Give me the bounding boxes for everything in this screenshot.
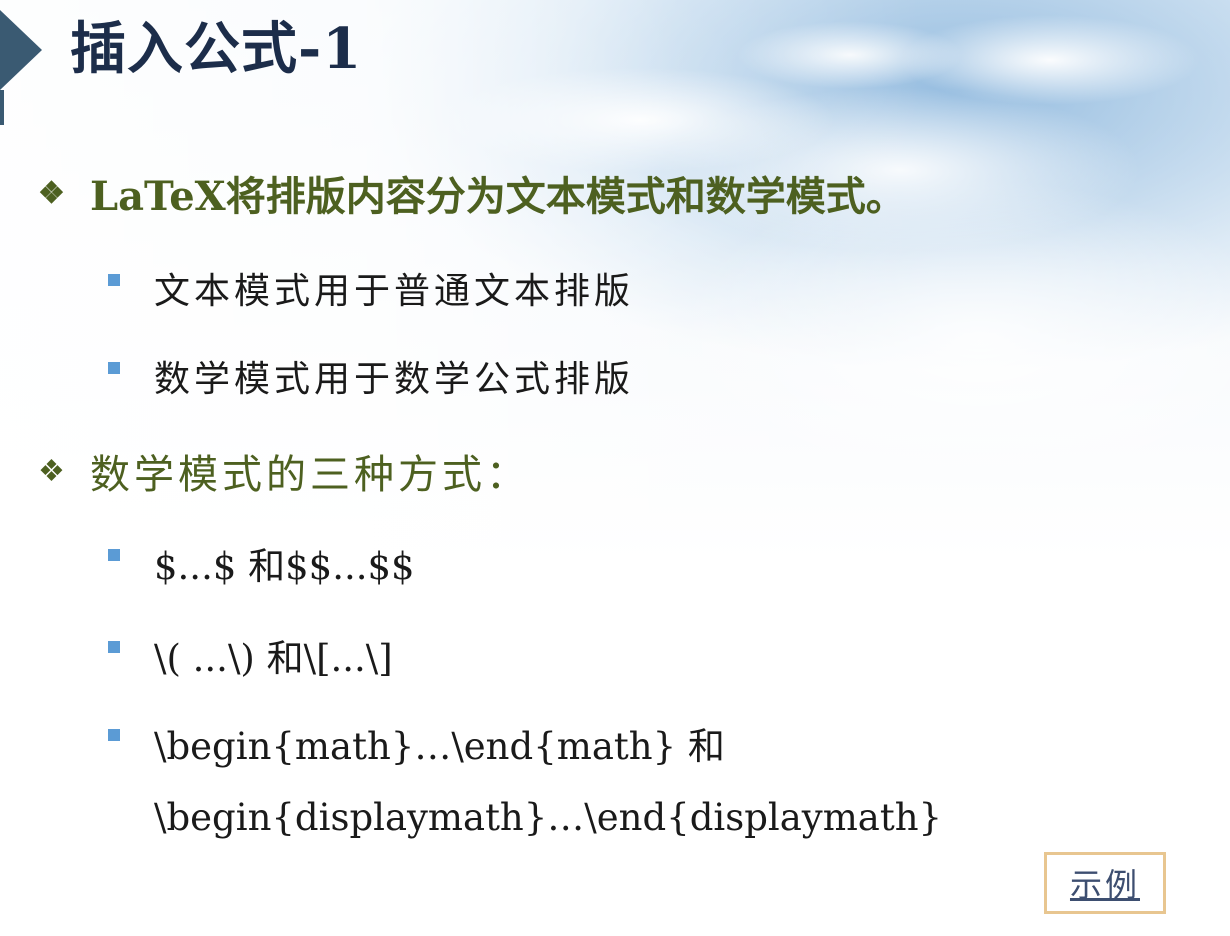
- diamond-bullet-icon: ❖: [38, 453, 65, 489]
- example-button[interactable]: 示例: [1044, 852, 1166, 914]
- square-bullet-icon: [108, 729, 120, 741]
- bullet-level2-5: \begin{math}…\end{math} 和: [108, 716, 725, 770]
- bullet-text: \( ...\) 和\[...\]: [154, 637, 393, 680]
- example-button-label: 示例: [1069, 866, 1140, 904]
- bullet-text: \begin{displaymath}…\end{displaymath}: [154, 796, 943, 839]
- bullet-level2-continuation: \begin{displaymath}…\end{displaymath}: [154, 796, 942, 839]
- bullet-text: \begin{math}…\end{math} 和: [154, 725, 725, 768]
- square-bullet-icon: [108, 549, 120, 561]
- bullet-text: LaTeX将排版内容分为文本模式和数学模式。: [90, 173, 906, 220]
- square-bullet-icon: [108, 274, 120, 286]
- title-arrow-icon: [0, 10, 42, 90]
- bullet-level2-3: $...$ 和$$...$$: [108, 536, 415, 590]
- bullet-text: 数学模式的三种方式：: [90, 452, 530, 498]
- square-bullet-icon: [108, 641, 120, 653]
- bullet-level1-2: ❖ 数学模式的三种方式：: [38, 442, 530, 500]
- bullet-text: 文本模式用于普通文本排版: [154, 271, 635, 312]
- square-bullet-icon: [108, 362, 120, 374]
- bullet-level1-1: ❖ LaTeX将排版内容分为文本模式和数学模式。: [38, 164, 906, 222]
- bullet-text: $...$ 和$$...$$: [154, 545, 415, 588]
- slide-title: 插入公式-1: [70, 16, 363, 82]
- left-accent-bar: [0, 90, 4, 125]
- bullet-text: 数学模式用于数学公式排版: [154, 359, 635, 400]
- bullet-level2-2: 数学模式用于数学公式排版: [108, 350, 634, 402]
- bullet-level2-4: \( ...\) 和\[...\]: [108, 628, 393, 682]
- bullet-level2-1: 文本模式用于普通文本排版: [108, 262, 634, 314]
- diamond-bullet-icon: ❖: [38, 175, 65, 211]
